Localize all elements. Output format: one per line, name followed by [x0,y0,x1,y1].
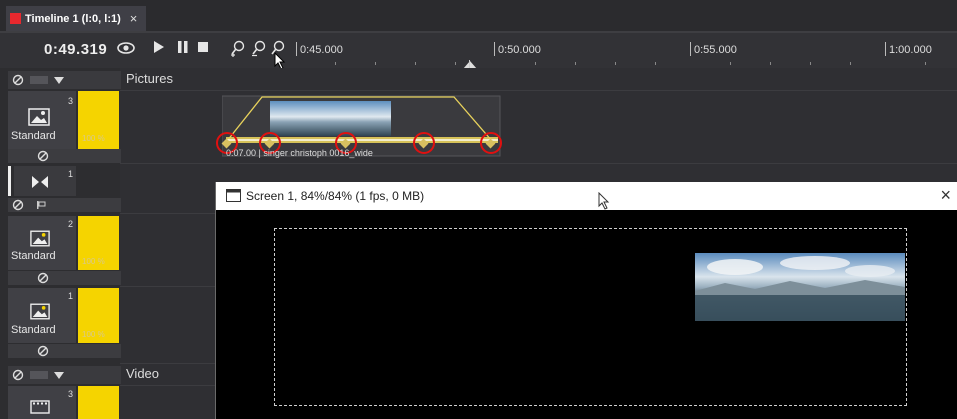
keyframe-marker[interactable] [412,131,436,160]
keyframe-marker[interactable] [479,131,503,160]
tab-label: Timeline 1 (l:0, l:1) [25,12,121,25]
chevron-down-icon[interactable] [54,372,64,379]
mute-icon[interactable] [12,369,24,381]
tab-timeline-1[interactable]: Timeline 1 (l:0, l:1) × [6,6,146,31]
ruler-minor-tick [455,62,456,65]
eye-icon[interactable] [117,40,135,61]
track-volume-percent: 100 % [82,134,105,143]
ruler-minor-tick [415,62,416,65]
track-number: 2 [67,219,73,229]
track-label: Standard [11,324,56,336]
ruler-minor-tick [375,62,376,65]
track-selection-marker [8,166,11,196]
chevron-down-icon[interactable] [54,77,64,84]
ruler-minor-tick [655,62,656,65]
video-section-controls [8,366,121,384]
ruler-minor-tick [730,62,731,65]
zoom-in-icon [231,40,245,57]
stop-button[interactable] [197,40,210,59]
track-color-bar[interactable]: 100 % [78,288,119,343]
track-label: Standard [11,250,56,262]
clip-label: 0:07.00 | singer christoph 0016_wide [226,148,373,158]
ruler-tick [885,42,886,56]
ruler-tick [494,42,495,56]
track-controls [8,344,121,358]
ruler-minor-tick [925,62,926,65]
track-volume-percent: 100 % [82,330,105,339]
image-icon [30,230,50,247]
track-number: 1 [67,291,73,301]
ruler-label: 0:50.000 [498,44,541,56]
pause-button[interactable] [177,40,189,59]
film-icon [30,400,50,414]
ruler-minor-tick [535,62,536,65]
ruler-minor-tick [335,62,336,65]
volume-indicator[interactable] [30,76,48,84]
track-header[interactable]: 2 Standard [8,216,76,270]
mute-icon[interactable] [12,199,24,211]
track-color-bar[interactable] [78,386,119,419]
zoom-out-icon [252,40,266,57]
tab-close-button[interactable]: × [130,11,138,26]
screen-window-titlebar[interactable]: Screen 1, 84%/84% (1 fps, 0 MB) × [216,182,957,210]
mute-icon[interactable] [37,150,49,162]
track-number: 3 [67,96,73,106]
track-header[interactable]: 1 [14,166,76,196]
pictures-section-controls [8,71,121,89]
section-label-video: Video [126,366,160,381]
mouse-cursor-icon [598,191,610,215]
mute-icon[interactable] [37,345,49,357]
track-header[interactable]: 3 Standard [8,91,76,149]
track-header[interactable]: 1 Standard [8,288,76,343]
ruler-minor-tick [810,62,811,65]
track-number: 3 [67,389,73,399]
track-label: Standard [11,130,56,142]
track-color-bar[interactable]: 100 % [78,91,119,149]
lane-separator [120,163,957,164]
transition-icon [32,176,48,188]
image-icon [30,303,50,320]
image-icon [28,108,50,126]
play-button[interactable] [153,40,165,59]
play-icon [154,41,164,53]
ruler-minor-tick [615,62,616,65]
track-controls [8,198,121,212]
time-ruler[interactable] [294,33,957,68]
ruler-tick [690,42,691,56]
screen-window-title: Screen 1, 84%/84% (1 fps, 0 MB) [246,189,425,203]
flag-icon[interactable] [36,200,46,210]
current-time-readout: 0:49.319 [44,41,108,58]
ruler-label: 1:00.000 [889,44,932,56]
ruler-minor-tick [770,62,771,65]
section-label-pictures: Pictures [126,71,173,86]
track-number: 1 [67,169,73,179]
ruler-label: 0:45.000 [300,44,343,56]
ruler-label: 0:55.000 [694,44,737,56]
zoom-in-button[interactable] [230,40,246,63]
tab-color-marker [10,13,21,24]
mute-icon[interactable] [37,272,49,284]
window-icon [226,189,241,202]
track-header[interactable]: 3 [8,386,76,419]
track-controls [8,271,121,285]
screen-window-close-button[interactable]: × [940,185,951,206]
pause-icon [178,41,188,53]
track-color-bar[interactable]: 100 % [78,216,119,270]
mute-icon[interactable] [12,74,24,86]
track-controls [8,149,121,163]
ruler-tick [296,42,297,56]
ruler-minor-tick [850,62,851,65]
track-volume-percent: 100 % [82,257,105,266]
ruler-minor-tick [575,62,576,65]
stop-icon [198,42,208,52]
zoom-out-button[interactable] [251,40,267,63]
preview-image[interactable] [695,253,905,321]
lane-separator [120,90,957,91]
volume-indicator[interactable] [30,371,48,379]
